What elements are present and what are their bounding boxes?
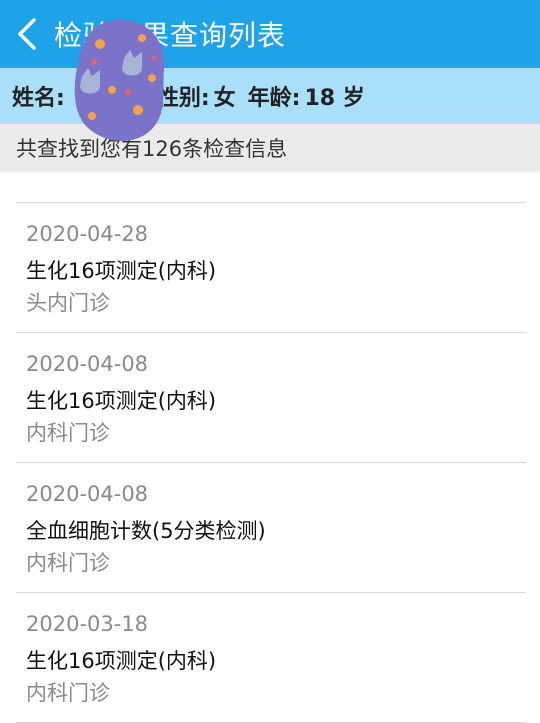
record-department: 头内门诊 xyxy=(26,291,110,315)
app-header: 检验结果查询列表 xyxy=(0,0,540,68)
record-date: 2020-03-18 xyxy=(26,612,149,636)
record-date: 2020-04-08 xyxy=(26,482,149,506)
record-name: 生化16项测定(内科) xyxy=(26,259,217,283)
list-item[interactable]: 2020-04-08 全血细胞计数(5分类检测) 内科门诊 xyxy=(16,463,526,593)
page-title: 检验结果查询列表 xyxy=(54,19,287,52)
record-name: 全血细胞计数(5分类检测) xyxy=(26,519,266,543)
record-department: 内科门诊 xyxy=(26,421,110,445)
summary-text: 共查找到您有126条检查信息 xyxy=(16,137,288,161)
record-department: 内科门诊 xyxy=(26,551,110,575)
chevron-left-icon xyxy=(18,18,36,50)
list-item[interactable]: 2020-04-08 生化16项测定(内科) 内科门诊 xyxy=(16,333,526,463)
age-label: 年龄: xyxy=(247,86,301,111)
patient-info-bar: 姓名: 性别: 女 年龄: 18 岁 xyxy=(0,68,540,124)
list-item[interactable]: 2020-04-28 生化16项测定(内科) 头内门诊 xyxy=(16,203,526,333)
record-date: 2020-04-08 xyxy=(26,352,149,376)
name-label: 姓名: xyxy=(12,86,65,111)
age-value: 18 岁 xyxy=(304,86,365,111)
back-button[interactable] xyxy=(0,0,54,68)
record-list: 2020-04-28 生化16项测定(内科) 头内门诊 2020-04-08 生… xyxy=(16,202,526,723)
gender-value: 女 xyxy=(213,86,236,111)
result-summary: 共查找到您有126条检查信息 xyxy=(0,124,540,172)
gender-label: 性别: xyxy=(156,86,210,111)
record-name: 生化16项测定(内科) xyxy=(26,649,217,673)
record-department: 内科门诊 xyxy=(26,681,110,705)
record-date: 2020-04-28 xyxy=(26,222,149,246)
record-name: 生化16项测定(内科) xyxy=(26,389,217,413)
list-item[interactable]: 2020-03-18 生化16项测定(内科) 内科门诊 xyxy=(16,593,526,723)
